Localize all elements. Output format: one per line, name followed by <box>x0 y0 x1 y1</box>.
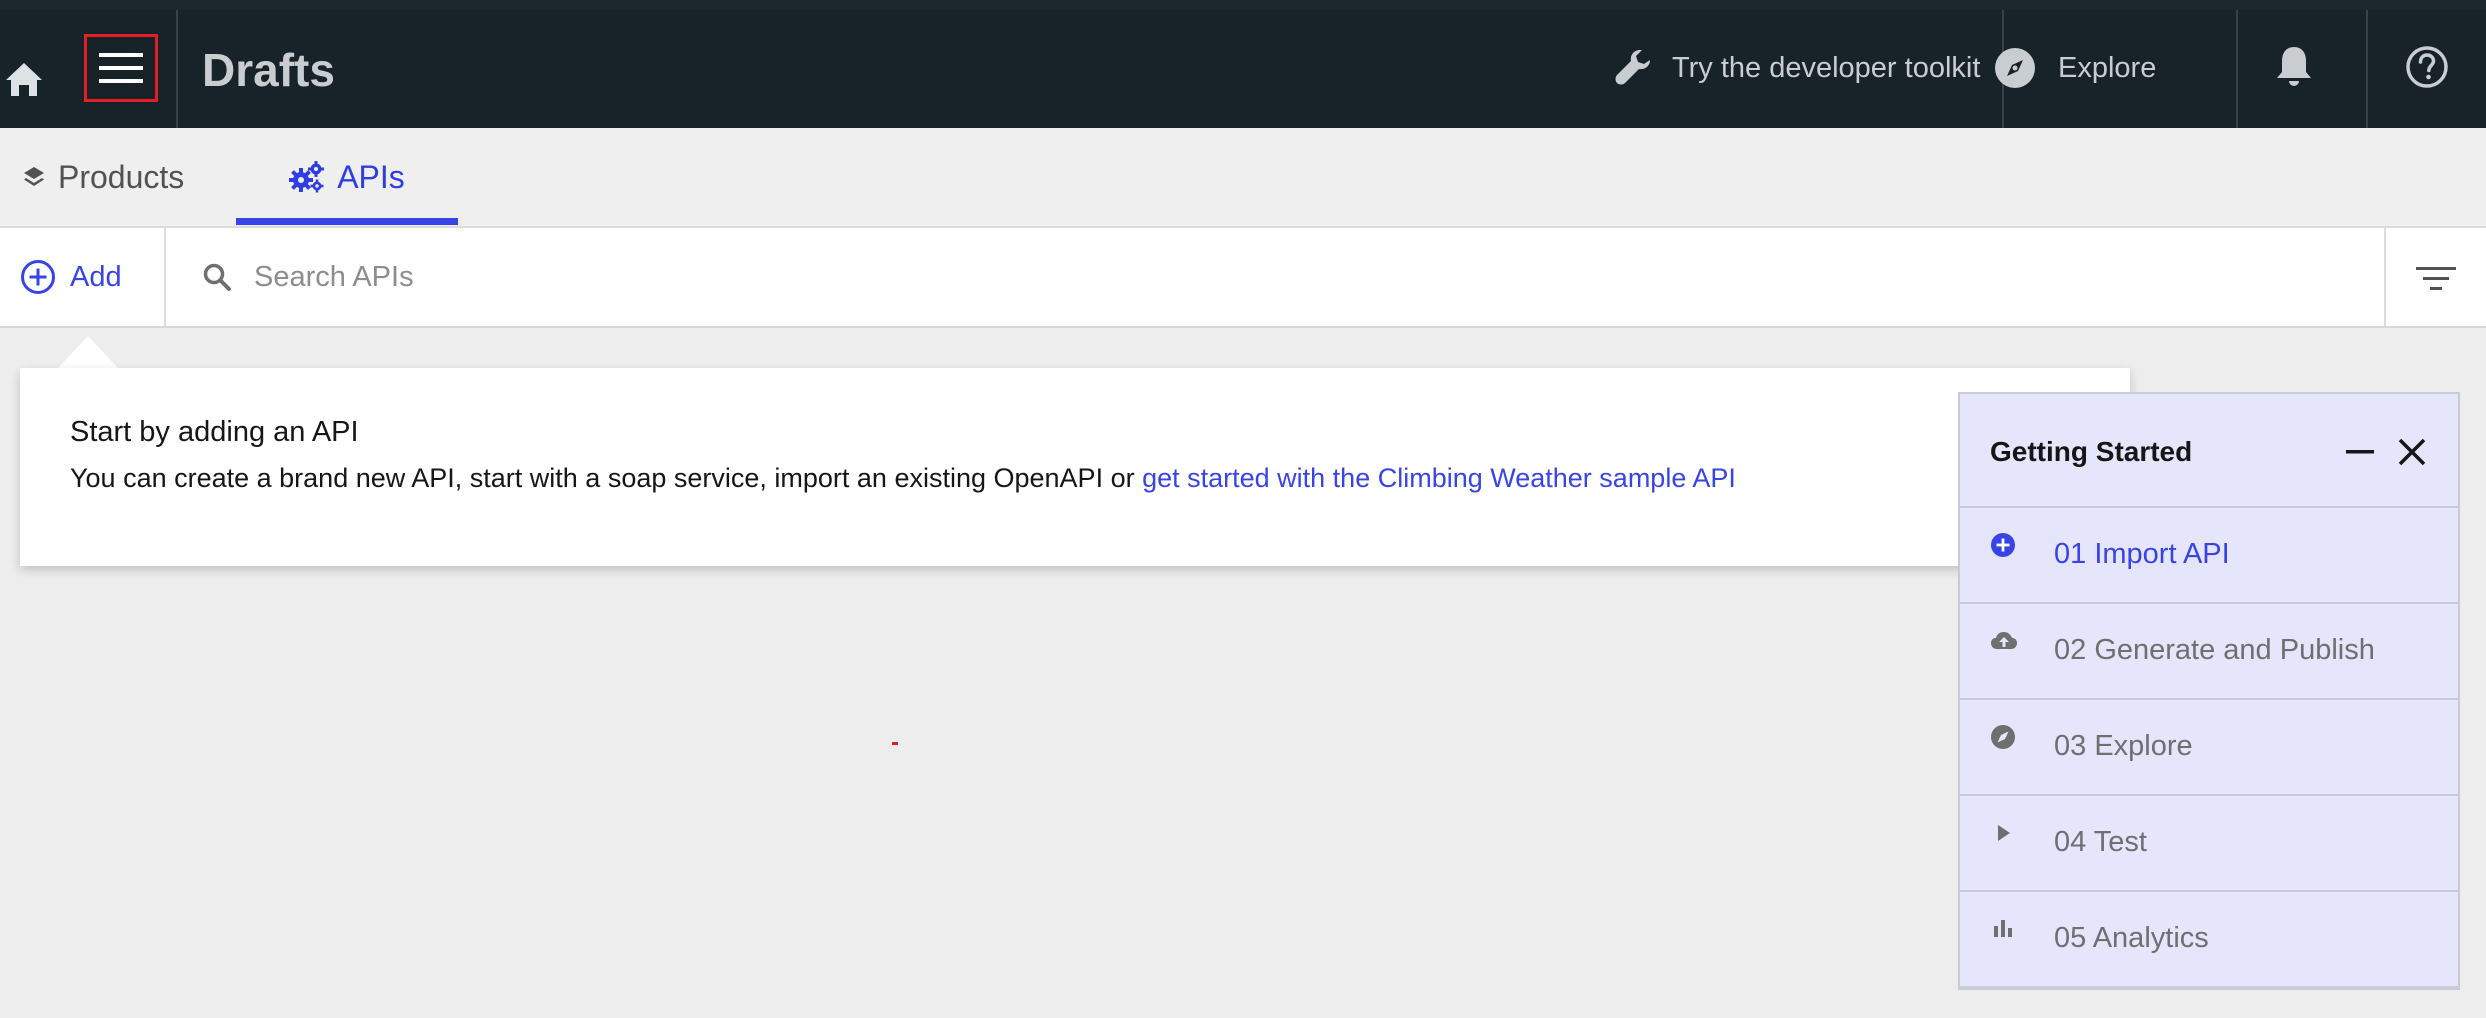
tab-products-label: Products <box>58 158 185 195</box>
cloud-upload-icon <box>1990 628 2018 654</box>
add-circle-icon <box>20 259 56 295</box>
bell-icon <box>2274 44 2314 90</box>
header-divider <box>2236 10 2238 128</box>
add-button[interactable]: Add <box>20 228 122 326</box>
close-icon <box>2392 432 2432 472</box>
api-toolbar: Add <box>0 226 2486 328</box>
close-button[interactable] <box>2392 432 2432 472</box>
analytics-icon <box>1990 916 2016 942</box>
add-filled-icon <box>1990 532 2016 558</box>
getting-started-step-explore[interactable]: 03 Explore <box>1960 700 2458 796</box>
developer-toolkit-label: Try the developer toolkit <box>1672 51 1981 84</box>
info-card-pointer <box>58 336 118 368</box>
top-strip <box>0 0 2486 10</box>
info-card-text-row: You can create a brand new API, start wi… <box>70 463 1736 494</box>
tab-apis[interactable]: APIs <box>236 128 458 226</box>
developer-toolkit-link[interactable]: Try the developer toolkit <box>1610 38 1980 98</box>
toolbar-divider <box>2384 228 2386 326</box>
hamburger-menu-button[interactable] <box>84 34 158 102</box>
wrench-icon <box>1610 44 1658 92</box>
toolbar-divider <box>164 228 166 326</box>
hamburger-menu-icon <box>99 51 143 85</box>
compass-icon <box>1990 724 2016 750</box>
step-label: 02 Generate and Publish <box>2054 634 2375 666</box>
tab-bar: Products APIs <box>0 128 2486 226</box>
add-button-label: Add <box>70 260 122 293</box>
step-label: 04 Test <box>2054 826 2147 858</box>
getting-started-step-analytics[interactable]: 05 Analytics <box>1960 892 2458 988</box>
help-icon <box>2404 44 2450 90</box>
search-input[interactable] <box>254 260 1854 294</box>
step-label: 03 Explore <box>2054 730 2193 762</box>
filter-button[interactable] <box>2416 264 2456 294</box>
info-card: Start by adding an API You can create a … <box>20 368 2130 566</box>
header-divider <box>176 10 178 128</box>
page-title: Drafts <box>202 44 335 96</box>
play-icon <box>1990 820 2016 846</box>
home-button[interactable] <box>0 52 48 104</box>
info-card-title: Start by adding an API <box>70 416 359 448</box>
getting-started-step-import-api[interactable]: 01 Import API <box>1960 508 2458 604</box>
help-button[interactable] <box>2404 44 2450 90</box>
top-navigation-bar: Drafts Try the developer toolkit Explore <box>0 10 2486 128</box>
getting-started-panel: Getting Started 01 Import API 02 Generat… <box>1958 392 2460 990</box>
step-label: 05 Analytics <box>2054 922 2209 954</box>
layers-icon <box>22 165 46 189</box>
header-divider <box>2366 10 2368 128</box>
minimize-icon <box>2340 432 2380 472</box>
search-icon <box>202 262 232 292</box>
tab-products[interactable]: Products <box>22 128 184 226</box>
active-tab-indicator <box>236 218 458 225</box>
info-card-text: You can create a brand new API, start wi… <box>70 463 1143 493</box>
gears-icon <box>289 160 325 194</box>
getting-started-title: Getting Started <box>1990 436 2193 467</box>
sample-api-link[interactable]: get started with the Climbing Weather sa… <box>1142 463 1736 493</box>
explore-link[interactable]: Explore <box>1994 38 2156 98</box>
notifications-button[interactable] <box>2274 44 2314 90</box>
explore-label: Explore <box>2058 51 2157 84</box>
home-icon <box>0 52 48 104</box>
tab-apis-label: APIs <box>337 158 405 195</box>
getting-started-header: Getting Started <box>1960 394 2458 508</box>
stray-marker <box>892 742 898 745</box>
filter-icon <box>2416 264 2456 294</box>
compass-icon <box>1994 47 2036 89</box>
getting-started-step-test[interactable]: 04 Test <box>1960 796 2458 892</box>
getting-started-step-generate-publish[interactable]: 02 Generate and Publish <box>1960 604 2458 700</box>
search-bar <box>202 228 2042 326</box>
step-label: 01 Import API <box>2054 538 2230 570</box>
minimize-button[interactable] <box>2340 432 2380 472</box>
